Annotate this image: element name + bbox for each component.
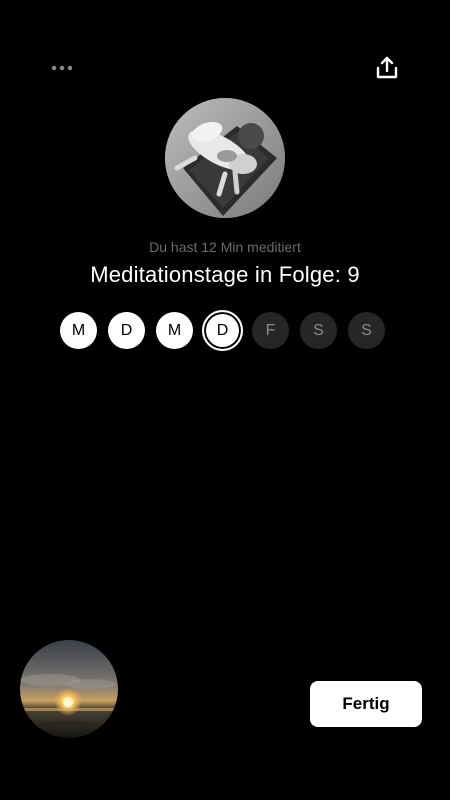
day-thursday-today: D	[202, 310, 243, 351]
day-monday: M	[60, 312, 97, 349]
session-summary: Du hast 12 Min meditiert	[149, 239, 301, 255]
day-friday: F	[252, 312, 289, 349]
day-sunday: S	[348, 312, 385, 349]
day-saturday: S	[300, 312, 337, 349]
done-button[interactable]: Fertig	[310, 681, 422, 727]
more-options-button[interactable]	[44, 50, 80, 86]
share-button[interactable]	[369, 50, 405, 86]
streak-title: Meditationstage in Folge: 9	[90, 262, 360, 287]
day-tuesday: D	[108, 312, 145, 349]
sunset-photo[interactable]	[20, 640, 118, 738]
session-photo	[165, 98, 285, 218]
share-upload-icon	[376, 56, 398, 79]
day-wednesday: M	[156, 312, 193, 349]
more-horizontal-icon	[51, 65, 73, 71]
